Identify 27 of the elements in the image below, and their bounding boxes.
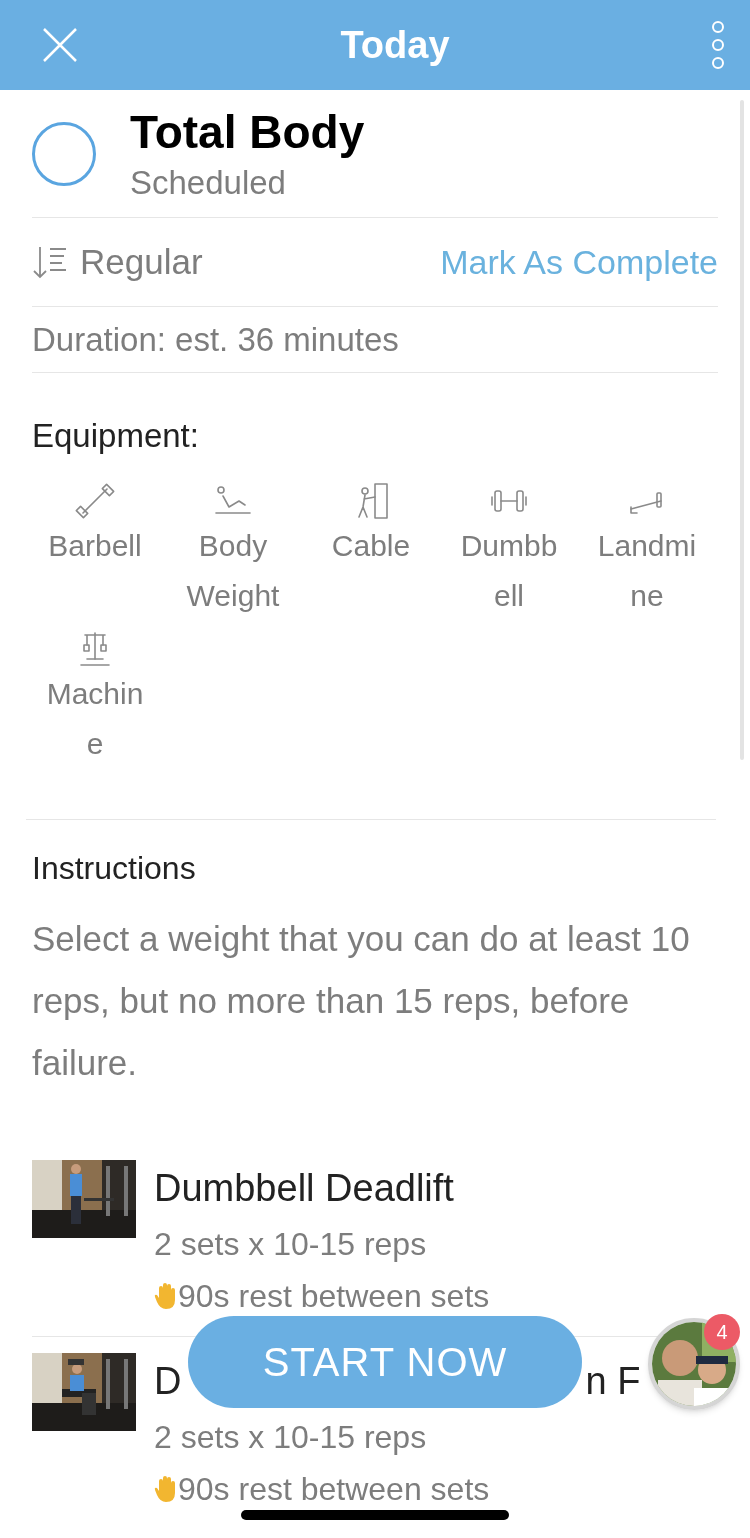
equipment-label: Cable <box>331 527 411 564</box>
rest-text: 90s rest between sets <box>178 1469 490 1509</box>
rest-text: 90s rest between sets <box>178 1276 490 1316</box>
equipment-label: Barbell <box>48 527 142 564</box>
header-title: Today <box>340 22 450 68</box>
exercise-name: D <box>154 1359 182 1404</box>
duration-text: Duration: est. 36 minutes <box>32 319 399 360</box>
exercise-name: n F <box>585 1359 641 1404</box>
notification-badge: 4 <box>704 1314 740 1350</box>
equipment-heading: Equipment: <box>32 417 199 454</box>
instructions-text: Select a weight that you can do at least 10 reps, but no more than 15 reps, before failure. <box>32 917 691 1084</box>
exercise-sets: 2 sets x 10-15 reps <box>154 1417 428 1457</box>
equipment-label: Body Weight <box>186 527 280 614</box>
order-label: Regular <box>80 240 203 283</box>
workout-status: Scheduled <box>130 162 287 203</box>
start-now-button[interactable]: START NOW <box>188 1316 582 1408</box>
equipment-label: Machin e <box>46 675 144 762</box>
mark-complete-link[interactable]: Mark As Complete <box>440 236 718 288</box>
hand-icon <box>154 1281 178 1310</box>
exercise-name: Dumbbell Deadlift <box>154 1166 454 1211</box>
hand-icon <box>154 1474 178 1503</box>
instructions-heading: Instructions <box>32 849 196 886</box>
exercise-sets: 2 sets x 10-15 reps <box>154 1224 428 1264</box>
equipment-label: Dumbb ell <box>460 527 558 614</box>
equipment-label: Landmi ne <box>597 527 697 614</box>
sort-icon <box>32 245 68 279</box>
workout-title: Total Body <box>130 104 365 160</box>
